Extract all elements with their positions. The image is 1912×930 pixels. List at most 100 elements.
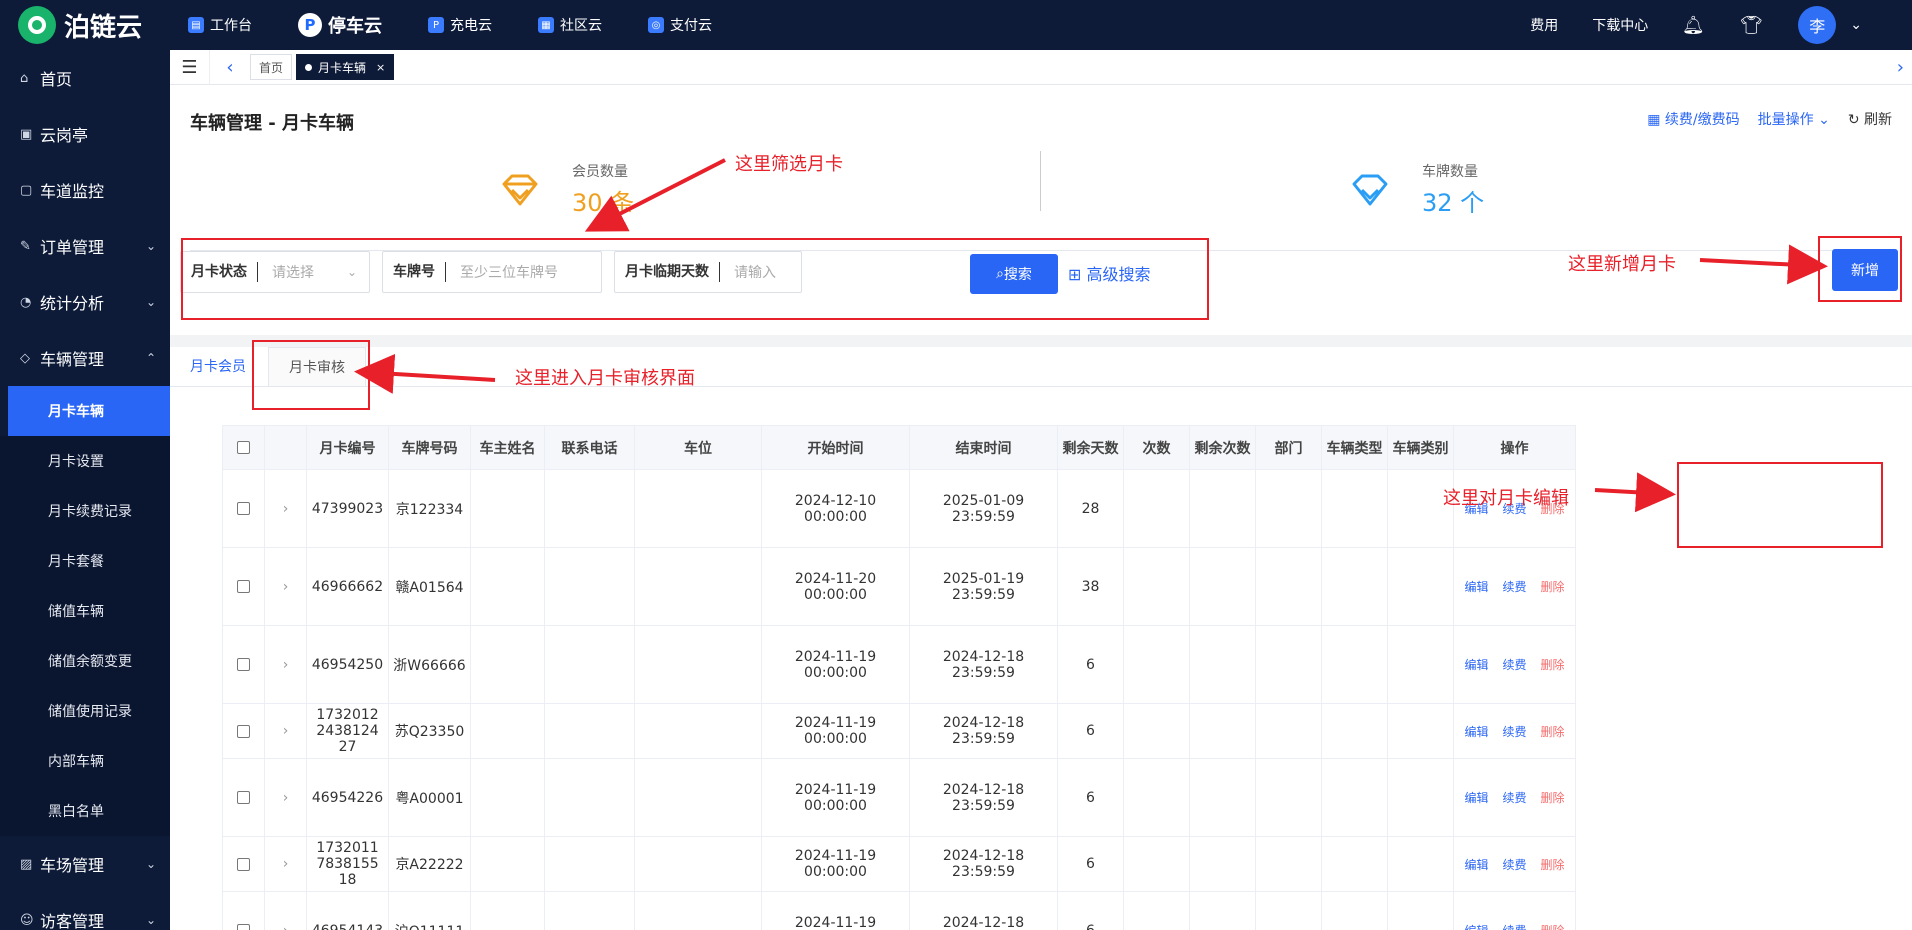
row-select-cell[interactable] — [222, 547, 265, 626]
edit-button[interactable]: 编辑 — [1464, 858, 1488, 872]
row-expand-cell[interactable]: › — [264, 891, 307, 930]
table-row[interactable]: › 46954226 粤A00001 2024-11-19 00:00:00 2024-… — [222, 758, 1576, 837]
chevron-right-icon[interactable]: › — [283, 923, 289, 930]
sidebar-sub-renewal-records[interactable]: 月卡续费记录 — [0, 486, 170, 536]
row-expand-cell[interactable]: › — [264, 836, 307, 892]
sidebar-item-visitors[interactable]: ☺ 访客管理 ⌄ — [0, 892, 170, 930]
dept-cell — [1255, 836, 1322, 892]
sidebar-item-vehicles[interactable]: ◇ 车辆管理 ⌃ — [0, 330, 170, 386]
row-select-cell[interactable] — [222, 469, 265, 548]
topnav-charging[interactable]: P 充电云 — [428, 0, 492, 50]
row-checkbox[interactable] — [237, 791, 250, 804]
row-checkbox[interactable] — [237, 658, 250, 671]
table-row[interactable]: › 47399023 京122334 2024-12-10 00:00:00 2025-… — [222, 469, 1576, 548]
topnav-parking[interactable]: P 停车云 — [298, 0, 382, 50]
row-expand-cell[interactable]: › — [264, 547, 307, 626]
chevron-right-icon[interactable]: › — [283, 657, 289, 673]
renew-button[interactable]: 续费 — [1502, 658, 1526, 672]
edit-button[interactable]: 编辑 — [1464, 791, 1488, 805]
row-select-cell[interactable] — [222, 891, 265, 930]
download-center-link[interactable]: 下载中心 — [1592, 15, 1648, 35]
tab-scroll-right-icon[interactable]: › — [1897, 57, 1904, 78]
topnav-community[interactable]: ▦ 社区云 — [538, 0, 602, 50]
sidebar-sub-monthly-vehicles[interactable]: 月卡车辆 — [8, 386, 170, 436]
sidebar-sub-blacklist[interactable]: 黑白名单 — [0, 786, 170, 836]
delete-button[interactable]: 删除 — [1541, 725, 1565, 739]
row-select-cell[interactable] — [222, 836, 265, 892]
edit-button[interactable]: 编辑 — [1464, 924, 1488, 930]
table-row[interactable]: › 1732012243812427 苏Q23350 2024-11-19 00:00… — [222, 703, 1576, 759]
sidebar-sub-usage-records[interactable]: 储值使用记录 — [0, 686, 170, 736]
fee-link[interactable]: 费用 — [1530, 15, 1558, 35]
topnav-workbench[interactable]: ▤ 工作台 — [188, 0, 252, 50]
qrcode-link[interactable]: ▦ 续费/缴费码 — [1647, 109, 1739, 129]
sidebar-sub-internal-vehicles[interactable]: 内部车辆 — [0, 736, 170, 786]
chevron-right-icon[interactable]: › — [283, 790, 289, 806]
row-checkbox[interactable] — [237, 724, 250, 738]
avatar[interactable]: 李 — [1798, 6, 1837, 44]
row-checkbox[interactable] — [237, 924, 250, 930]
chevron-right-icon[interactable]: › — [283, 579, 289, 595]
row-select-cell[interactable] — [222, 758, 265, 837]
sidebar-sub-balance-changes[interactable]: 储值余额变更 — [0, 636, 170, 686]
annotation-box-add — [1818, 236, 1902, 302]
select-all-checkbox[interactable] — [237, 441, 250, 454]
edit-button[interactable]: 编辑 — [1464, 580, 1488, 594]
chevron-right-icon[interactable]: › — [283, 723, 289, 739]
theme-shirt-icon[interactable]: 👕︎ — [1740, 14, 1763, 36]
tab-monthly-vehicles[interactable]: 月卡车辆 × — [296, 54, 395, 80]
sidebar-sub-packages[interactable]: 月卡套餐 — [0, 536, 170, 586]
sidebar-sub-monthly-settings[interactable]: 月卡设置 — [0, 436, 170, 486]
row-expand-cell[interactable]: › — [264, 469, 307, 548]
plates-stat: 车牌数量 32 个 — [1350, 161, 1484, 218]
delete-button[interactable]: 删除 — [1541, 658, 1565, 672]
delete-button[interactable]: 删除 — [1541, 791, 1565, 805]
chevron-right-icon[interactable]: › — [283, 501, 289, 517]
tab-home[interactable]: 首页 — [250, 54, 293, 80]
table-row[interactable]: › 46966662 赣A01564 2024-11-20 00:00:00 2025-… — [222, 547, 1576, 626]
table-row[interactable]: › 46954250 浙W66666 2024-11-19 00:00:00 2024-… — [222, 625, 1576, 704]
active-dot-icon — [305, 63, 313, 71]
tab-scroll-left-icon[interactable]: ‹ — [210, 57, 250, 78]
delete-button[interactable]: 删除 — [1541, 580, 1565, 594]
row-expand-cell[interactable]: › — [264, 703, 307, 759]
chevron-right-icon[interactable]: › — [283, 856, 289, 872]
topnav-pay[interactable]: ◎ 支付云 — [648, 0, 712, 50]
renew-button[interactable]: 续费 — [1502, 858, 1526, 872]
sidebar-item-stats[interactable]: ◔ 统计分析 ⌄ — [0, 274, 170, 330]
row-select-cell[interactable] — [222, 625, 265, 704]
renew-button[interactable]: 续费 — [1502, 924, 1526, 930]
sidebar-item-home[interactable]: ⌂ 首页 — [0, 50, 170, 106]
brand-logo[interactable]: 泊链云 — [0, 0, 170, 50]
edit-button[interactable]: 编辑 — [1464, 658, 1488, 672]
sidebar-item-lots[interactable]: ▨ 车场管理 ⌄ — [0, 836, 170, 892]
row-checkbox[interactable] — [237, 580, 250, 593]
delete-button[interactable]: 删除 — [1541, 858, 1565, 872]
row-select-cell[interactable] — [222, 703, 265, 759]
delete-button[interactable]: 删除 — [1541, 924, 1565, 930]
sidebar-item-monitor[interactable]: ▢ 车道监控 — [0, 162, 170, 218]
renew-button[interactable]: 续费 — [1502, 791, 1526, 805]
row-checkbox[interactable] — [237, 857, 250, 871]
select-all-cell[interactable] — [222, 425, 265, 470]
renew-button[interactable]: 续费 — [1502, 725, 1526, 739]
table-row[interactable]: › 46954143沪Q11111 2024-11-19 00:00:002024-… — [222, 891, 1576, 930]
close-icon[interactable]: × — [376, 61, 385, 74]
actions-cell: 编辑续费 删除 — [1453, 547, 1576, 626]
row-expand-cell[interactable]: › — [264, 758, 307, 837]
edit-button[interactable]: 编辑 — [1464, 725, 1488, 739]
bell-icon[interactable]: 🔔︎ — [1682, 14, 1705, 36]
sidebar-sub-stored-vehicles[interactable]: 储值车辆 — [0, 586, 170, 636]
chevron-down-icon[interactable]: ⌄ — [1850, 17, 1862, 33]
row-checkbox[interactable] — [237, 502, 250, 515]
start-time-cell: 2024-11-19 00:00:00 — [761, 758, 910, 837]
table-row[interactable]: › 1732011783815518 京A22222 2024-11-19 00:00… — [222, 836, 1576, 892]
sidebar-item-orders[interactable]: ✎ 订单管理 ⌄ — [0, 218, 170, 274]
renew-button[interactable]: 续费 — [1502, 580, 1526, 594]
batch-ops-dropdown[interactable]: 批量操作 ⌄ — [1758, 109, 1830, 129]
tab-monthly-members[interactable]: 月卡会员 — [190, 347, 246, 387]
menu-toggle-icon[interactable]: ☰ — [170, 49, 210, 85]
refresh-button[interactable]: ↻ 刷新 — [1848, 109, 1892, 129]
sidebar-item-booth[interactable]: ▣ 云岗亭 — [0, 106, 170, 162]
row-expand-cell[interactable]: › — [264, 625, 307, 704]
